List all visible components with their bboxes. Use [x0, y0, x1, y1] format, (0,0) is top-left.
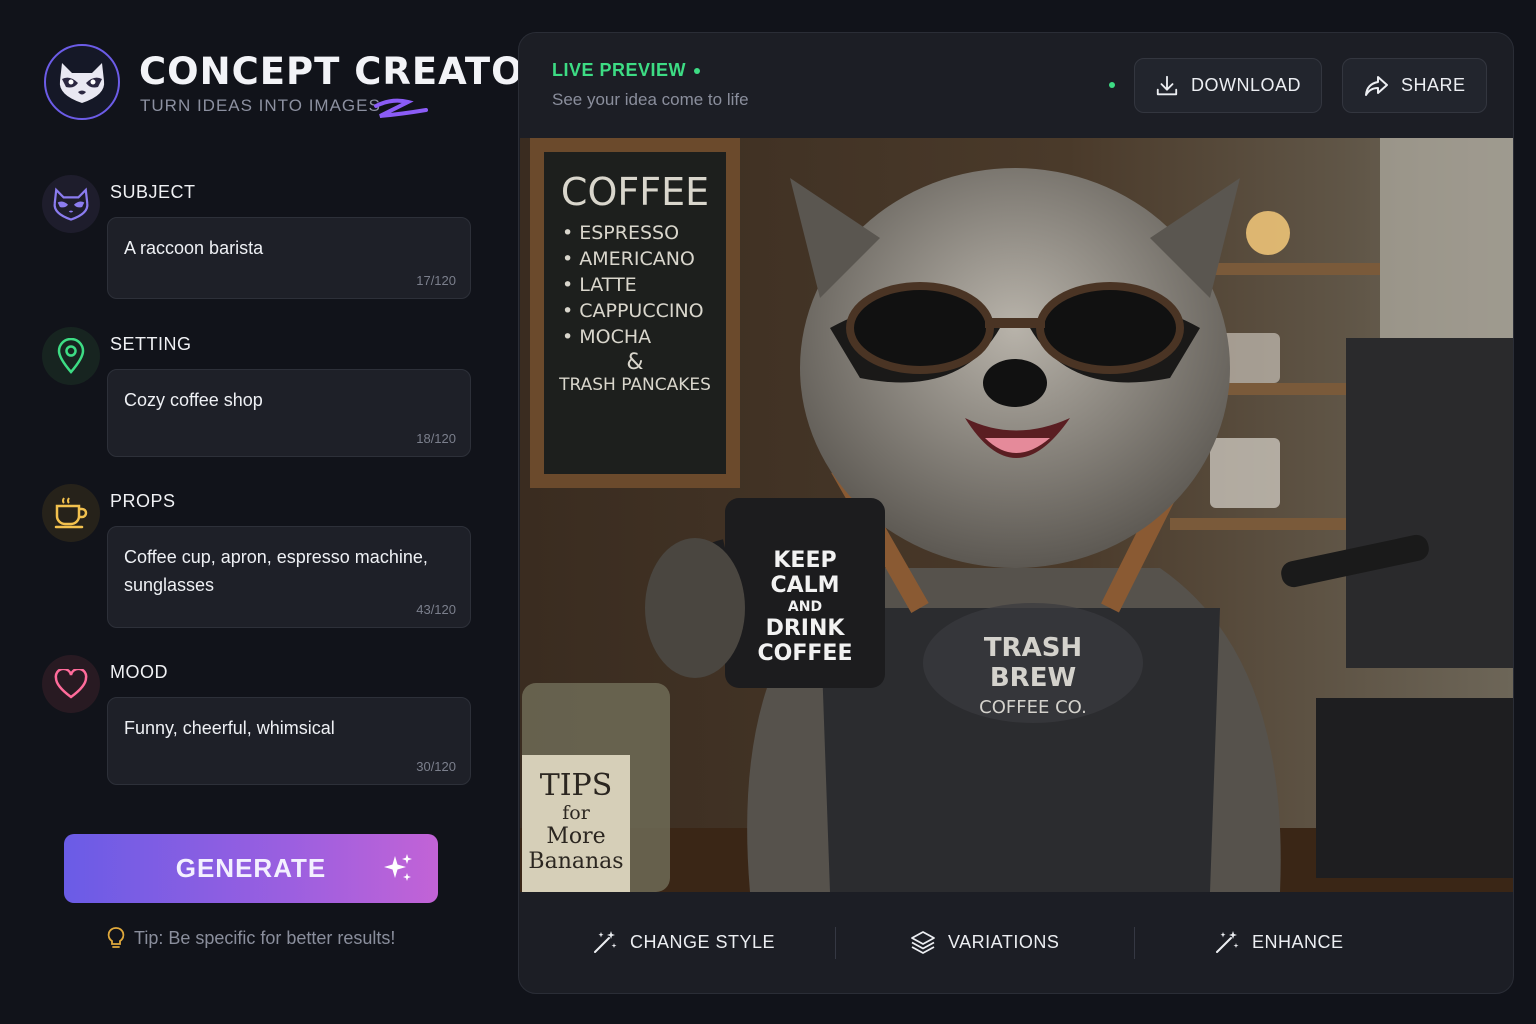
variations-label: VARIATIONS — [948, 931, 1060, 952]
chalkboard-item: • CAPPUCCINO — [562, 300, 704, 322]
action-divider — [835, 927, 836, 959]
props-input[interactable]: Coffee cup, apron, espresso machine, sun… — [107, 526, 471, 628]
raccoon-icon — [59, 63, 105, 103]
download-label: DOWNLOAD — [1190, 75, 1301, 95]
magic-wand-icon — [1216, 931, 1239, 953]
download-icon — [1156, 75, 1178, 95]
chalkboard-item: • LATTE — [562, 274, 637, 296]
tips-label: TIPS for More Bananas — [526, 768, 626, 875]
subject-char-count: 17/120 — [416, 273, 456, 288]
mug-text: KEEP CALM AND DRINK COFFEE — [730, 548, 880, 666]
generate-label: GENERATE — [175, 853, 327, 883]
mug-line: AND — [787, 599, 823, 615]
preview-subtitle: See your idea come to life — [552, 90, 749, 109]
tips-line: More — [546, 824, 606, 849]
setting-value: Cozy coffee shop — [124, 390, 263, 410]
tip-text: Tip: Be specific for better results! — [134, 927, 396, 948]
setting-input[interactable]: Cozy coffee shop 18/120 — [107, 369, 471, 457]
chalkboard-menu: COFFEE • ESPRESSO • AMERICANO • LATTE • … — [550, 170, 720, 395]
share-button[interactable]: SHARE — [1342, 58, 1487, 113]
tip-line: Tip: Be specific for better results! — [106, 926, 395, 950]
share-label: SHARE — [1401, 75, 1466, 95]
subject-value: A raccoon barista — [124, 238, 264, 258]
apron-logo: TRASH BREW COFFEE CO. — [938, 633, 1128, 718]
live-preview-label: LIVE PREVIEW — [552, 60, 701, 81]
chalkboard-footer: TRASH PANCAKES — [559, 375, 711, 395]
live-preview-text: LIVE PREVIEW — [552, 60, 687, 80]
download-button[interactable]: DOWNLOAD — [1134, 58, 1322, 113]
props-label: PROPS — [110, 491, 176, 511]
subject-input[interactable]: A raccoon barista 17/120 — [107, 217, 471, 299]
chalkboard-item: • AMERICANO — [562, 248, 695, 270]
sparkle-icon — [384, 854, 412, 881]
change-style-button[interactable]: CHANGE STYLE — [592, 929, 775, 955]
coffee-cup-icon — [54, 497, 88, 529]
enhance-button[interactable]: ENHANCE — [1214, 929, 1344, 955]
tips-line: for — [562, 802, 590, 824]
chalkboard-title: COFFEE — [560, 170, 710, 214]
image-actions-bar: CHANGE STYLE VARIATIONS ENHANCE — [519, 893, 1513, 993]
mood-value: Funny, cheerful, whimsical — [124, 718, 335, 738]
app-title: CONCEPT CREATOR — [139, 50, 554, 93]
setting-label: SETTING — [110, 334, 192, 354]
change-style-label: CHANGE STYLE — [630, 931, 776, 952]
mood-char-count: 30/120 — [416, 759, 456, 774]
enhance-label: ENHANCE — [1252, 931, 1344, 952]
props-icon-badge — [42, 484, 100, 542]
mug-line: COFFEE — [757, 641, 853, 666]
squiggle-decoration — [374, 98, 428, 118]
mug-line: KEEP — [773, 548, 837, 573]
raccoon-icon — [53, 187, 89, 221]
layers-icon — [911, 931, 935, 954]
subject-label: SUBJECT — [110, 182, 196, 202]
chalkboard-amp: & — [626, 350, 644, 375]
generate-button[interactable]: GENERATE — [64, 834, 438, 903]
mug-line: DRINK — [765, 616, 845, 641]
app-subtitle: TURN IDEAS INTO IMAGES — [140, 96, 381, 115]
location-pin-icon — [57, 338, 85, 374]
heart-icon — [54, 669, 88, 699]
mood-label: MOOD — [110, 662, 168, 682]
chalkboard-item: • MOCHA — [562, 326, 652, 348]
props-char-count: 43/120 — [416, 602, 456, 617]
lightbulb-icon — [107, 927, 125, 948]
tips-line: Bananas — [528, 849, 624, 874]
apron-sub: COFFEE CO. — [979, 697, 1087, 718]
setting-char-count: 18/120 — [416, 431, 456, 446]
props-value: Coffee cup, apron, espresso machine, sun… — [124, 547, 428, 595]
chalkboard-item: • ESPRESSO — [562, 222, 680, 244]
magic-wand-icon — [594, 931, 617, 953]
mug-line: CALM — [770, 573, 840, 598]
app-logo — [44, 44, 120, 120]
generated-image: COFFEE • ESPRESSO • AMERICANO • LATTE • … — [520, 138, 1513, 892]
apron-brand: TRASH BREW — [983, 633, 1083, 693]
mood-icon-badge — [42, 655, 100, 713]
live-indicator-dot — [694, 68, 701, 75]
subject-icon-badge — [42, 175, 100, 233]
action-divider — [1134, 927, 1135, 959]
share-icon — [1365, 75, 1388, 96]
setting-icon-badge — [42, 327, 100, 385]
tips-line: TIPS — [539, 768, 613, 803]
status-dot — [1109, 82, 1115, 88]
mood-input[interactable]: Funny, cheerful, whimsical 30/120 — [107, 697, 471, 785]
variations-button[interactable]: VARIATIONS — [910, 929, 1059, 955]
preview-panel: LIVE PREVIEW See your idea come to life … — [518, 32, 1514, 994]
